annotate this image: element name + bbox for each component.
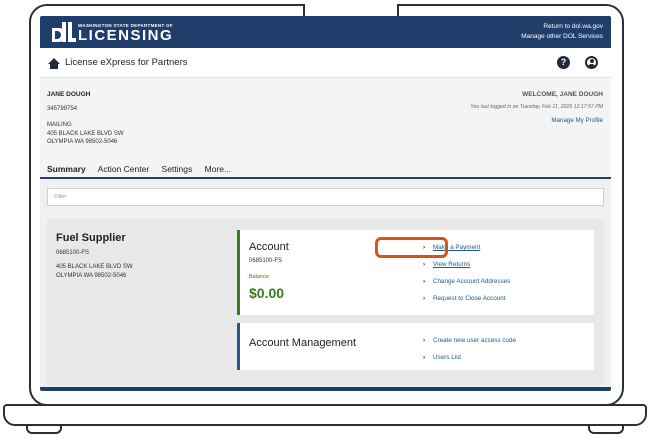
balance-value: $0.00 — [249, 285, 285, 301]
tab-settings[interactable]: Settings — [162, 164, 193, 174]
dol-header: WASHINGTON STATE DEPARTMENT OF LICENSING… — [40, 16, 611, 48]
balance-label: Balance — [249, 274, 269, 280]
address-type: MAILING — [47, 122, 72, 128]
user-account-icon[interactable] — [585, 56, 598, 69]
profile-address: MAILING 405 BLACK LAKE BLVD SW OLYMPIA W… — [47, 121, 124, 147]
tab-summary[interactable]: Summary — [47, 164, 86, 174]
help-icon[interactable]: ? — [557, 56, 570, 69]
header-links: Return to dol.wa.gov Manage other DOL Se… — [521, 22, 603, 42]
entity-title: Fuel Supplier — [56, 232, 126, 244]
profile-id: 345799754 — [47, 106, 78, 112]
agency-name-big: LICENSING — [78, 27, 174, 44]
profile-name: JANE DOUGH — [47, 91, 91, 98]
management-links: › Create new user access code › Users List — [423, 332, 516, 366]
manage-profile-link[interactable]: Manage My Profile — [551, 117, 603, 124]
app-title: License eXpress for Partners — [65, 57, 188, 68]
last-logged-in: You last logged in on Tuesday, Feb 11, 2… — [470, 104, 603, 110]
entity-address-line2: OLYMPIA WA 98502-5046 — [56, 272, 127, 279]
account-management-title: Account Management — [249, 337, 357, 349]
entity-card: Fuel Supplier 0685100-FS 405 BLACK LAKE … — [47, 219, 604, 385]
return-to-dol-link[interactable]: Return to dol.wa.gov — [521, 22, 603, 32]
tab-action-center[interactable]: Action Center — [98, 164, 150, 174]
tab-more[interactable]: More... — [205, 164, 231, 174]
chevron-right-icon: › — [423, 261, 426, 268]
chevron-right-icon: › — [423, 295, 426, 302]
account-management-card: Account Management › Create new user acce… — [237, 323, 594, 370]
chevron-right-icon: › — [423, 337, 426, 344]
change-addresses-link[interactable]: › Change Account Addresses — [423, 273, 510, 290]
view-returns-highlight — [375, 237, 448, 258]
account-card-number: 0685100-FS — [249, 258, 283, 264]
chevron-right-icon: › — [423, 354, 426, 361]
entity-account: 0685100-FS — [56, 250, 90, 256]
create-access-code-link[interactable]: › Create new user access code — [423, 332, 516, 349]
laptop-foot-right — [588, 426, 624, 434]
view-returns-link[interactable]: › View Returns — [423, 256, 510, 273]
footer-bar — [40, 387, 611, 391]
welcome-text: WELCOME, JANE DOUGH — [522, 91, 603, 98]
close-account-link[interactable]: › Request to Close Account — [423, 290, 510, 307]
laptop-base — [3, 404, 647, 426]
tab-bar: Summary Action Center Settings More... — [47, 164, 241, 174]
entity-address: 405 BLACK LAKE BLVD SW OLYMPIA WA 98502-… — [56, 263, 133, 280]
account-card-title: Account — [249, 241, 289, 253]
chevron-right-icon: › — [423, 278, 426, 285]
filter-input[interactable]: Filter — [47, 188, 604, 206]
app-bar: License eXpress for Partners ? — [40, 48, 611, 78]
users-list-link[interactable]: › Users List — [423, 349, 516, 366]
screen: WASHINGTON STATE DEPARTMENT OF LICENSING… — [40, 16, 611, 391]
profile-panel: JANE DOUGH 345799754 MAILING 405 BLACK L… — [40, 78, 611, 178]
address-line2: OLYMPIA WA 98502-5046 — [47, 139, 118, 145]
entity-address-line1: 405 BLACK LAKE BLVD SW — [56, 264, 133, 270]
home-icon[interactable] — [48, 58, 60, 69]
manage-other-services-link[interactable]: Manage other DOL Services — [521, 32, 603, 42]
laptop-foot-left — [26, 426, 62, 434]
address-line1: 405 BLACK LAKE BLVD SW — [47, 130, 124, 137]
dol-logo-icon[interactable] — [52, 22, 76, 42]
